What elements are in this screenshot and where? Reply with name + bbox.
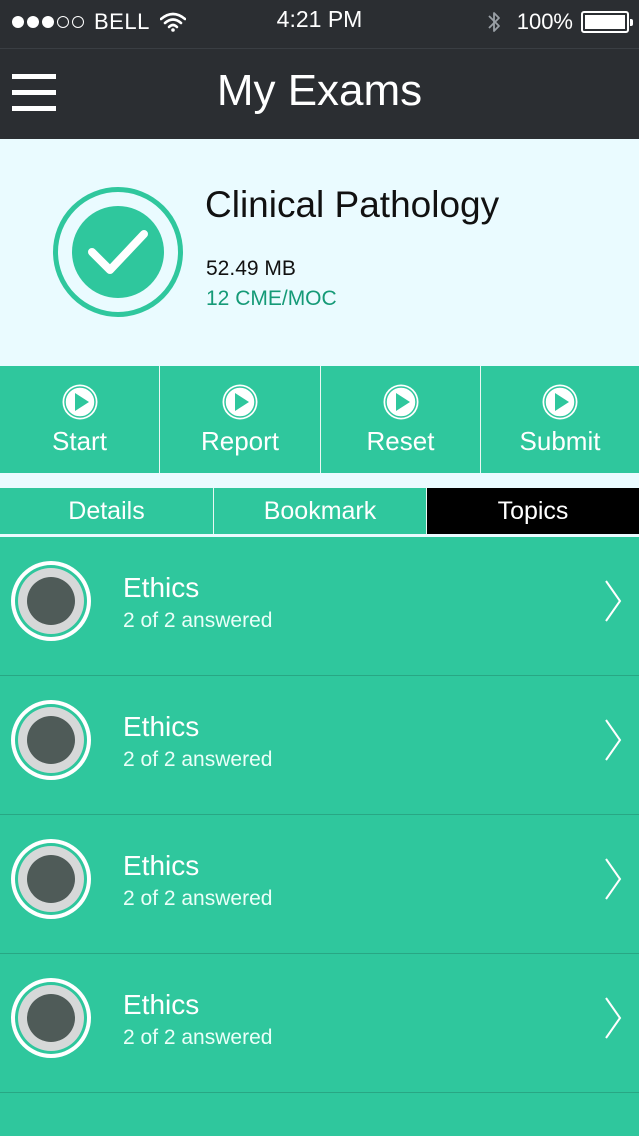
- chevron-right-icon: [605, 858, 622, 900]
- topic-row[interactable]: Ethics 2 of 2 answered: [0, 815, 639, 954]
- report-button[interactable]: Report: [160, 366, 321, 473]
- bluetooth-icon: [488, 12, 500, 32]
- report-button-label: Report: [200, 426, 280, 456]
- topic-name: Ethics: [123, 989, 200, 1020]
- submit-button-label: Submit: [519, 426, 601, 456]
- exam-size: 52.49 MB: [206, 257, 296, 280]
- chevron-right-icon: [605, 580, 622, 622]
- action-bar: Start Report Reset Submit: [0, 366, 639, 473]
- start-button-label: Start: [52, 426, 107, 456]
- top-bar: BELL 4:21 PM 100% My Exams: [0, 0, 639, 139]
- topic-progress: 2 of 2 answered: [123, 609, 273, 632]
- tab-details[interactable]: Details: [0, 488, 214, 534]
- topic-name: Ethics: [123, 850, 200, 881]
- page-title: My Exams: [216, 66, 423, 115]
- topic-list: Ethics 2 of 2 answered Ethics 2 of 2 ans…: [0, 537, 639, 1093]
- checkmark-icon: [72, 206, 164, 298]
- status-right: 100%: [487, 8, 633, 36]
- topic-row[interactable]: Ethics 2 of 2 answered: [0, 954, 639, 1093]
- chevron-right-icon: [605, 719, 622, 761]
- exam-status-badge: [53, 187, 183, 317]
- exam-summary: Clinical Pathology 52.49 MB 12 CME/MOC: [0, 139, 639, 366]
- header-divider: [0, 48, 639, 49]
- tab-topics[interactable]: Topics: [427, 488, 639, 534]
- battery-icon: [581, 11, 633, 33]
- tab-spacer: [0, 473, 639, 488]
- topic-name: Ethics: [123, 711, 200, 742]
- topic-progress: 2 of 2 answered: [123, 1026, 273, 1049]
- topic-progress: 2 of 2 answered: [123, 748, 273, 771]
- progress-ring-icon: [11, 839, 91, 919]
- progress-ring-icon: [11, 978, 91, 1058]
- topic-progress: 2 of 2 answered: [123, 887, 273, 910]
- play-icon: [62, 384, 97, 420]
- topic-row[interactable]: Ethics 2 of 2 answered: [0, 537, 639, 676]
- reset-button[interactable]: Reset: [321, 366, 481, 473]
- progress-ring-icon: [11, 700, 91, 780]
- topic-name: Ethics: [123, 572, 200, 603]
- start-button[interactable]: Start: [0, 366, 160, 473]
- battery-percent: 100%: [516, 9, 573, 34]
- status-bar: BELL 4:21 PM 100%: [0, 0, 639, 46]
- play-icon: [542, 384, 578, 420]
- submit-button[interactable]: Submit: [481, 366, 639, 473]
- tab-bar: Details Bookmark Topics: [0, 488, 639, 537]
- tab-bookmark[interactable]: Bookmark: [214, 488, 427, 534]
- exam-title: Clinical Pathology: [205, 184, 500, 225]
- progress-ring-icon: [11, 561, 91, 641]
- reset-button-label: Reset: [366, 426, 435, 456]
- play-icon: [383, 384, 418, 420]
- topic-row[interactable]: Ethics 2 of 2 answered: [0, 676, 639, 815]
- chevron-right-icon: [605, 997, 622, 1039]
- exam-credits: 12 CME/MOC: [206, 287, 337, 310]
- play-icon: [222, 384, 258, 420]
